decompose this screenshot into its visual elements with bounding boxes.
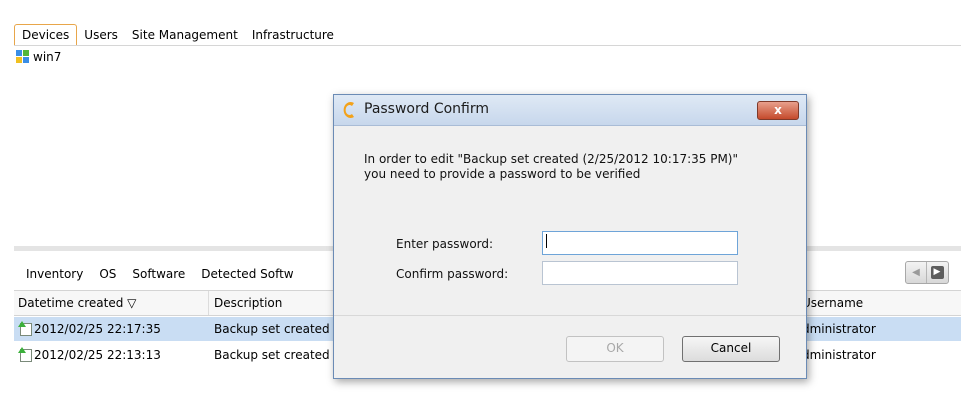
password-confirm-dialog: Password Confirm x In order to edit "Bac…	[333, 94, 807, 379]
tab-devices[interactable]: Devices	[14, 24, 78, 45]
cancel-button[interactable]: Cancel	[682, 336, 780, 362]
description-cell: Backup set created	[214, 348, 330, 362]
username-cell: dministrator	[802, 348, 876, 362]
tab-detected-software[interactable]: Detected Softw	[193, 266, 301, 282]
tab-inventory[interactable]: Inventory	[18, 266, 91, 282]
app-logo-icon	[343, 102, 354, 118]
column-header-datetime[interactable]: Datetime created ▽	[14, 291, 209, 315]
top-band	[0, 0, 961, 22]
confirm-password-label: Confirm password:	[396, 267, 509, 281]
enter-password-field[interactable]	[542, 231, 738, 255]
message-line-2: you need to provide a password to be ver…	[364, 167, 641, 181]
device-tree-item-win7[interactable]: win7	[16, 50, 61, 64]
chevron-left-icon[interactable]: ◀	[906, 262, 927, 283]
enter-password-label: Enter password:	[396, 237, 494, 251]
column-header-username[interactable]: Username	[798, 291, 960, 315]
datetime-value: 2012/02/25 22:17:35	[34, 322, 161, 336]
backup-doc-icon	[18, 347, 32, 362]
main-tabs: Devices Users Site Management Infrastruc…	[14, 24, 341, 46]
tab-software[interactable]: Software	[124, 266, 193, 282]
confirm-password-field[interactable]	[542, 261, 738, 285]
message-line-1: In order to edit "Backup set created (2/…	[364, 152, 739, 166]
dialog-message: In order to edit "Backup set created (2/…	[364, 152, 784, 182]
tab-users[interactable]: Users	[77, 24, 125, 46]
ok-button[interactable]: OK	[566, 336, 664, 362]
windows-icon	[16, 50, 30, 64]
tab-os[interactable]: OS	[91, 266, 124, 282]
tab-site-management[interactable]: Site Management	[125, 24, 245, 46]
text-caret	[546, 234, 547, 248]
dialog-titlebar[interactable]: Password Confirm x	[334, 95, 806, 126]
dialog-footer: OK Cancel	[334, 316, 806, 378]
datetime-value: 2012/02/25 22:13:13	[34, 348, 161, 362]
datetime-cell: 2012/02/25 22:13:13	[14, 343, 161, 367]
detail-tabs: Inventory OS Software Detected Softw	[18, 266, 302, 282]
backup-doc-icon	[18, 321, 32, 336]
dialog-title: Password Confirm	[364, 101, 490, 117]
tab-infrastructure[interactable]: Infrastructure	[245, 24, 341, 46]
username-cell: dministrator	[802, 322, 876, 336]
device-name: win7	[33, 50, 62, 64]
tab-scroll-buttons: ◀ ▶	[905, 261, 949, 284]
close-button[interactable]: x	[757, 101, 799, 120]
description-cell: Backup set created	[214, 322, 330, 336]
tab-divider	[14, 45, 961, 46]
chevron-right-icon[interactable]: ▶	[927, 262, 947, 283]
datetime-cell: 2012/02/25 22:17:35	[14, 317, 161, 341]
